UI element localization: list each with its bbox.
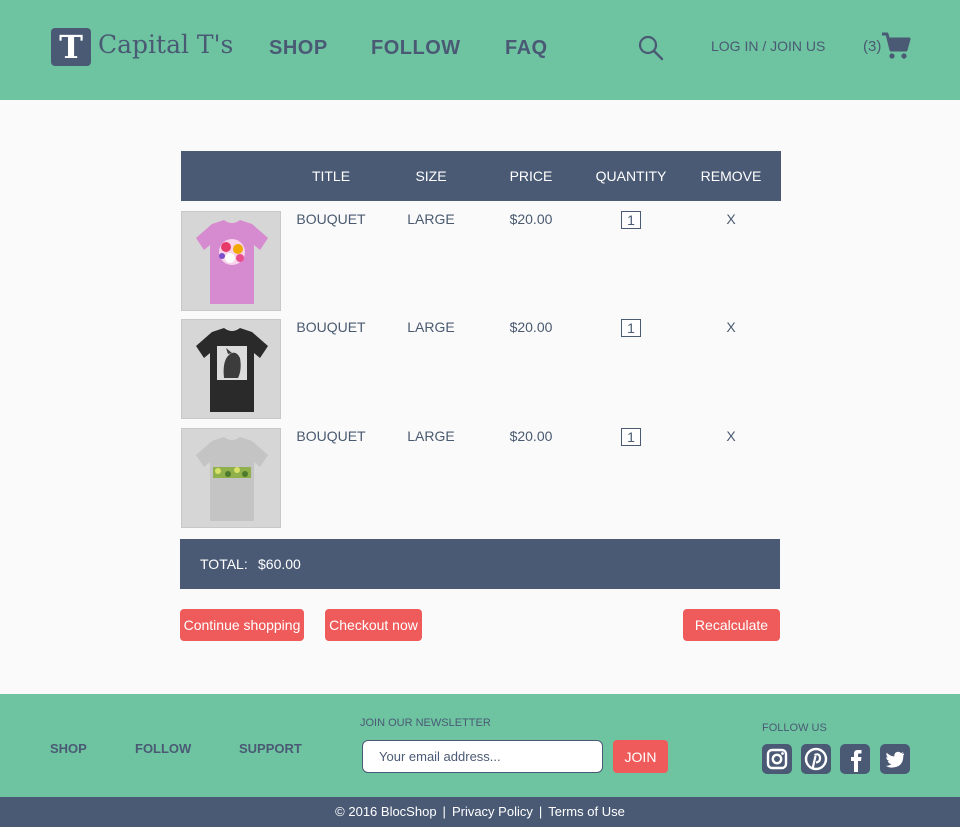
item-title: BOUQUET [296, 428, 366, 444]
logo-icon[interactable]: T [51, 28, 91, 66]
join-button[interactable]: JOIN [613, 740, 668, 773]
newsletter-label: JOIN OUR NEWSLETTER [360, 717, 491, 729]
pink-floral-tshirt-image [182, 212, 280, 310]
instagram-icon[interactable] [762, 744, 792, 774]
quantity-input[interactable]: 1 [621, 211, 641, 229]
login-join-link[interactable]: LOG IN / JOIN US [711, 38, 825, 54]
quantity-input[interactable]: 1 [621, 428, 641, 446]
item-price: $20.00 [509, 211, 553, 227]
remove-button[interactable]: X [681, 319, 781, 335]
cart-row: BOUQUET LARGE $20.00 1 X [181, 319, 781, 419]
item-title: BOUQUET [296, 319, 366, 335]
item-size: LARGE [407, 211, 455, 227]
continue-shopping-button[interactable]: Continue shopping [180, 609, 304, 641]
cart-row: BOUQUET LARGE $20.00 1 X [181, 211, 781, 311]
footer-follow-link[interactable]: FOLLOW [135, 741, 191, 756]
column-price: PRICE [509, 168, 553, 184]
recalculate-button[interactable]: Recalculate [683, 609, 780, 641]
copyright-text: © 2016 BlocShop [335, 804, 437, 819]
column-size: SIZE [415, 168, 447, 184]
column-quantity: QUANTITY [595, 168, 667, 184]
item-title: BOUQUET [296, 211, 366, 227]
pinterest-icon[interactable] [801, 744, 831, 774]
product-image[interactable] [181, 428, 281, 528]
item-size: LARGE [407, 428, 455, 444]
cart-icon[interactable] [880, 30, 912, 62]
grey-camo-tshirt-image [182, 429, 280, 527]
brand-name[interactable]: Capital T's [98, 30, 233, 59]
remove-button[interactable]: X [681, 428, 781, 444]
nav-faq[interactable]: FAQ [505, 37, 548, 60]
total-value: $60.00 [258, 556, 301, 572]
item-price: $20.00 [509, 428, 553, 444]
quantity-cell: 1 [581, 428, 681, 446]
cart-count: (3) [863, 38, 882, 55]
bottom-bar: © 2016 BlocShop | Privacy Policy | Terms of … [0, 797, 960, 827]
nav-follow[interactable]: FOLLOW [371, 37, 461, 60]
footer-support-link[interactable]: SUPPORT [239, 741, 302, 756]
total-label: TOTAL: [200, 556, 248, 572]
quantity-cell: 1 [581, 211, 681, 229]
email-field[interactable] [362, 740, 603, 773]
checkout-button[interactable]: Checkout now [325, 609, 422, 641]
footer-shop-link[interactable]: SHOP [50, 741, 87, 756]
privacy-policy-link[interactable]: Privacy Policy [452, 804, 533, 819]
cart-row: BOUQUET LARGE $20.00 1 X [181, 428, 781, 528]
site-header: T Capital T's SHOP FOLLOW FAQ LOG IN / J… [0, 0, 960, 100]
item-price: $20.00 [509, 319, 553, 335]
nav-shop[interactable]: SHOP [269, 37, 328, 60]
facebook-icon[interactable] [840, 744, 870, 774]
site-footer: SHOP FOLLOW SUPPORT JOIN OUR NEWSLETTER … [0, 694, 960, 797]
search-icon[interactable] [638, 35, 664, 61]
column-title: TITLE [311, 168, 351, 184]
column-remove: REMOVE [700, 168, 762, 184]
product-image[interactable] [181, 319, 281, 419]
separator: | [442, 804, 446, 819]
quantity-cell: 1 [581, 319, 681, 337]
twitter-icon[interactable] [880, 744, 910, 774]
black-dog-tshirt-image [182, 320, 280, 418]
follow-us-label: FOLLOW US [762, 722, 827, 734]
product-image[interactable] [181, 211, 281, 311]
item-size: LARGE [407, 319, 455, 335]
remove-button[interactable]: X [681, 211, 781, 227]
quantity-input[interactable]: 1 [621, 319, 641, 337]
cart-table-header: TITLE SIZE PRICE QUANTITY REMOVE [181, 151, 781, 201]
separator: | [538, 804, 543, 819]
total-bar: TOTAL: $60.00 [180, 539, 780, 589]
terms-of-use-link[interactable]: Terms of Use [548, 804, 625, 819]
